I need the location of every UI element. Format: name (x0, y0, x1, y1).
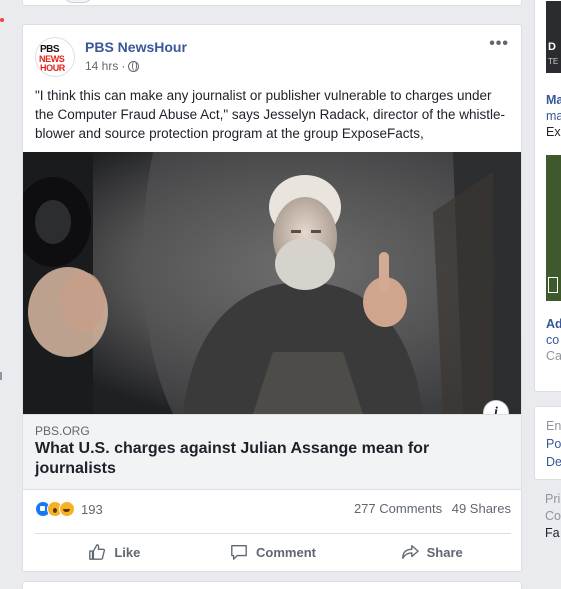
meta-separator: · (121, 59, 126, 73)
van-window-photo (23, 152, 521, 414)
left-edge-marker (0, 372, 2, 380)
comment-label: Comment (256, 544, 316, 560)
previous-post-card (22, 0, 522, 6)
sponsored-link[interactable]: ma (546, 109, 561, 123)
sponsored-thumbnail[interactable]: D TE (546, 1, 561, 73)
post-header: PBS NEWS HOUR PBS NewsHour 14 hrs · ••• (35, 36, 511, 81)
notification-dot (0, 18, 4, 22)
footer-link[interactable]: Pri (545, 492, 560, 506)
more-options-icon[interactable]: ••• (489, 36, 509, 52)
page-name-link[interactable]: PBS NewsHour (85, 39, 187, 55)
globe-icon[interactable] (128, 60, 140, 72)
share-button[interactable]: Share (352, 535, 511, 569)
link-title[interactable]: What U.S. charges against Julian Assange… (35, 439, 455, 479)
link-preview[interactable]: PBS.ORG What U.S. charges against Julian… (23, 414, 521, 490)
sponsored-image[interactable] (546, 155, 561, 301)
like-button[interactable]: Like (35, 535, 194, 569)
page-avatar[interactable]: PBS NEWS HOUR (35, 37, 75, 77)
shares-count[interactable]: 49 Shares (452, 501, 511, 516)
reactions-summary[interactable]: 193 (35, 501, 103, 517)
footer-link[interactable]: Co (545, 509, 561, 523)
thumbs-up-icon (89, 544, 106, 560)
sponsored-desc: Ex (546, 125, 561, 139)
image-overlay-box (548, 277, 558, 293)
engagement-counts: 277 Comments 49 Shares (348, 501, 511, 516)
comment-icon (231, 545, 247, 560)
right-sidebar-card-sponsored: D TE Ma ma Ex Ad co Ca (534, 0, 561, 392)
haha-reaction-icon (59, 501, 75, 517)
post-meta: 14 hrs · (85, 59, 140, 73)
post-stats: 193 277 Comments 49 Shares (35, 501, 511, 521)
post-timestamp[interactable]: 14 hrs (85, 59, 118, 73)
right-sidebar-card-language: En Po De (534, 406, 561, 480)
post-text: "I think this can make any journalist or… (35, 88, 506, 141)
comment-button[interactable]: Comment (194, 535, 353, 569)
thumbnail-text: TE (548, 57, 559, 66)
actions-divider (35, 533, 511, 534)
language-option[interactable]: Po (546, 437, 561, 451)
next-post-card (22, 581, 522, 589)
thumbnail-text: D (548, 41, 556, 53)
link-preview-image[interactable]: i (23, 152, 521, 414)
sponsored-title[interactable]: Ma (546, 93, 561, 107)
sponsored-desc-2: Ca (546, 349, 561, 363)
avatar-logo-text: HOUR (40, 63, 65, 73)
like-label: Like (114, 544, 141, 560)
sponsored-link-2[interactable]: co (546, 333, 559, 347)
post-actions: Like Comment Share (35, 535, 511, 569)
link-domain: PBS.ORG (35, 424, 90, 438)
comments-count[interactable]: 277 Comments (354, 501, 442, 516)
footer-text: Fa (545, 526, 560, 540)
share-label: Share (426, 544, 463, 560)
reaction-count[interactable]: 193 (81, 502, 103, 517)
language-option[interactable]: De (546, 455, 561, 469)
feed-post: PBS NEWS HOUR PBS NewsHour 14 hrs · ••• … (22, 24, 522, 572)
previous-post-element (63, 0, 93, 3)
share-icon (401, 545, 419, 559)
sponsored-title-2[interactable]: Ad (546, 317, 561, 331)
language-header: En (546, 419, 561, 433)
